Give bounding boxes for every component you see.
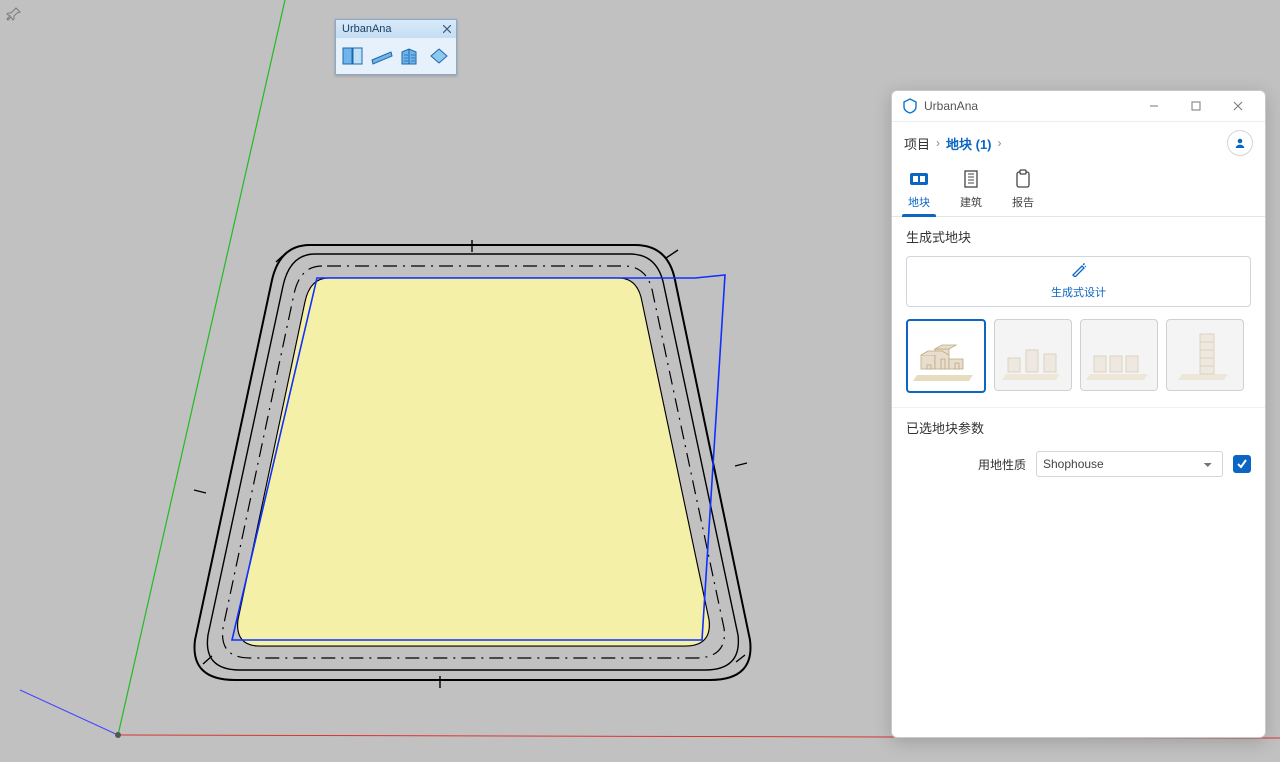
land-use-select[interactable]: Shophouse [1036,451,1223,477]
tab-label: 建筑 [960,194,982,210]
tab-plot[interactable]: 地块 [904,164,934,216]
section-params-title: 已选地块参数 [892,407,1265,443]
panel-titlebar[interactable]: UrbanAna [892,91,1265,122]
mini-toolbar-close-icon[interactable] [440,22,454,36]
tab-label: 报告 [1012,194,1034,210]
tab-building[interactable]: 建筑 [956,164,986,216]
template-thumbnails [892,311,1265,407]
thumb-shophouse-courtyard[interactable] [906,319,986,393]
plot-icon [906,168,932,190]
app-logo-icon [902,98,918,114]
generative-design-button[interactable]: 生成式设计 [906,256,1251,307]
panel-tabs: 地块 建筑 报告 [892,160,1265,217]
tab-report[interactable]: 报告 [1008,164,1038,216]
mini-toolbar-title-text: UrbanAna [342,23,392,35]
breadcrumb: 项目 › 地块 (1) › [892,122,1265,160]
param-land-use-row: 用地性质 Shophouse [892,443,1265,485]
tool-road-icon[interactable] [369,42,396,70]
close-button[interactable] [1217,92,1259,120]
mini-toolbar-title[interactable]: UrbanAna [336,20,456,38]
tab-label: 地块 [908,194,930,210]
building-tab-icon [958,168,984,190]
gen-button-label: 生成式设计 [1051,284,1106,300]
report-icon [1010,168,1036,190]
breadcrumb-root[interactable]: 项目 [904,134,930,153]
thumb-shophouse-cluster[interactable] [994,319,1072,391]
minimize-button[interactable] [1133,92,1175,120]
param-checkbox[interactable] [1233,455,1251,473]
panel-title-text: UrbanAna [924,99,978,113]
urbanana-panel: UrbanAna 项目 › 地块 (1) › 地块 建筑 [891,90,1266,738]
chevron-right-icon: › [998,136,1002,150]
wand-icon [1071,263,1087,280]
thumb-shophouse-row[interactable] [1080,319,1158,391]
tool-building-icon[interactable] [397,42,424,70]
tool-panel-icon[interactable] [340,42,367,70]
urbanana-mini-toolbar[interactable]: UrbanAna [335,19,457,75]
tool-diamond-icon[interactable] [426,42,453,70]
param-land-use-label: 用地性质 [906,456,1026,473]
chevron-right-icon: › [936,136,940,150]
breadcrumb-current[interactable]: 地块 (1) [946,134,992,153]
user-avatar-button[interactable] [1227,130,1253,156]
maximize-button[interactable] [1175,92,1217,120]
thumb-tower[interactable] [1166,319,1244,391]
section-generative-title: 生成式地块 [892,217,1265,252]
